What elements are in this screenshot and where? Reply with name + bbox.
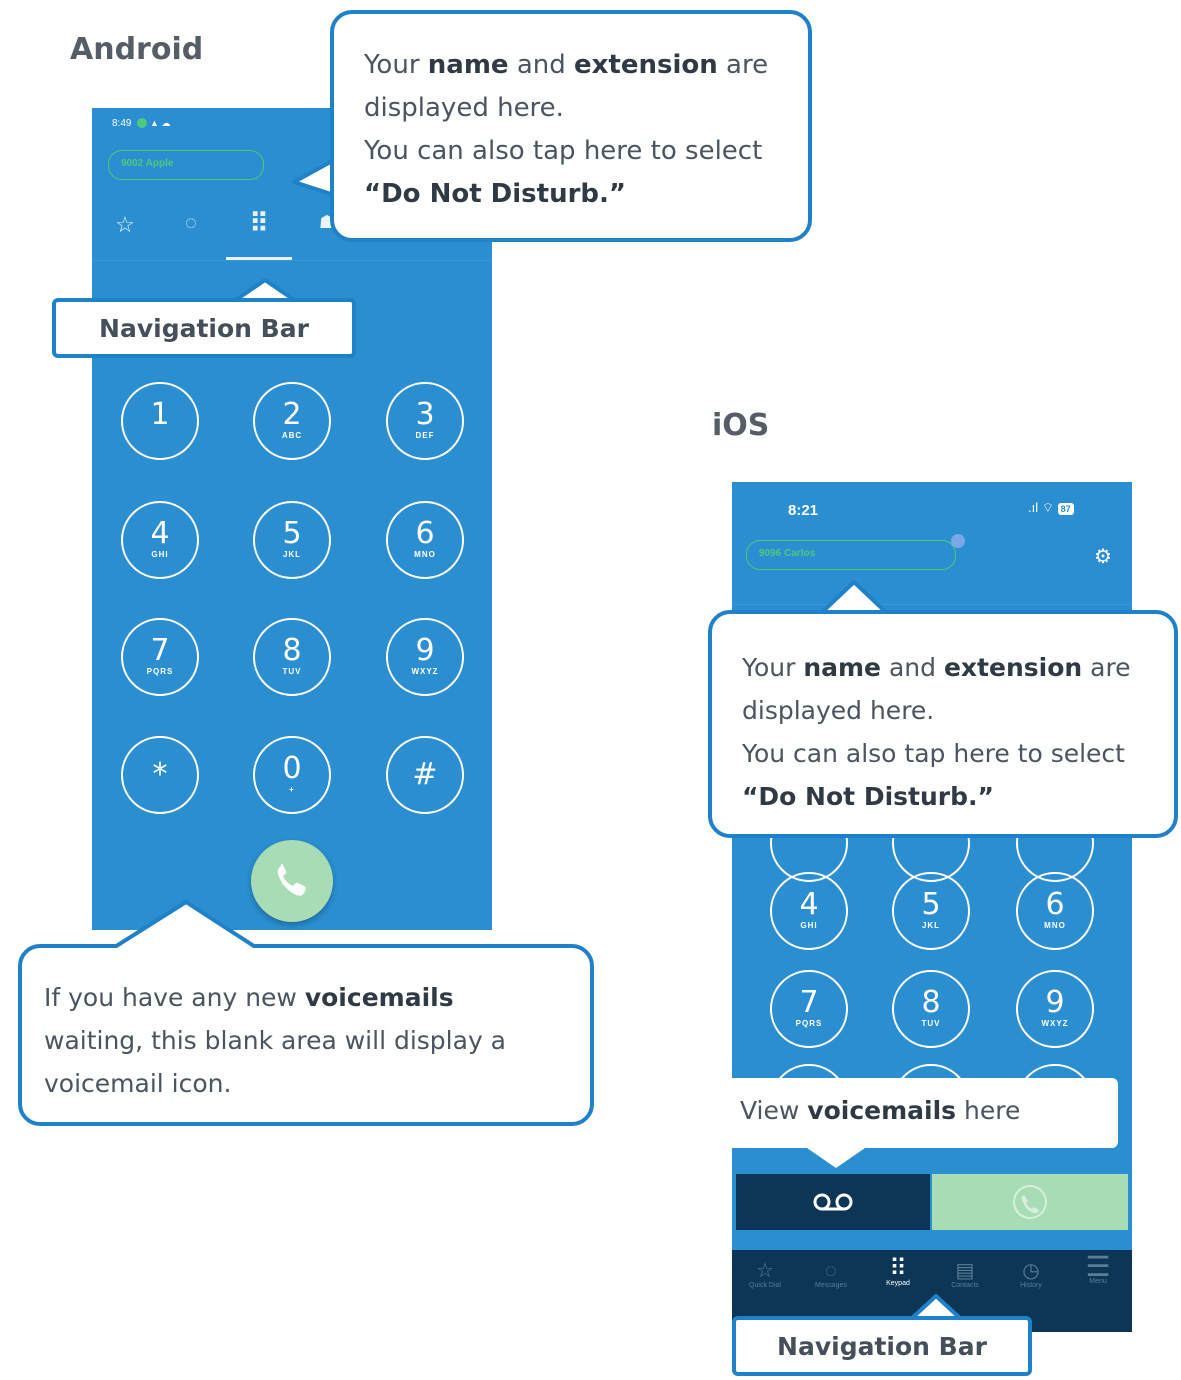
voicemail-button[interactable] [736, 1174, 930, 1230]
callout-line-4: “Do Not Disturb.” [742, 782, 994, 811]
key-0[interactable]: 0 + [253, 736, 331, 814]
user-status-pill[interactable]: 9002 Apple [108, 150, 264, 180]
tab-menu[interactable]: ☰ Menu [1065, 1251, 1131, 1286]
wifi-icon: ⌔ [1041, 500, 1054, 515]
android-voicemail-callout: If you have any new voicemails waiting, … [18, 944, 594, 1126]
key-4[interactable]: 4 GHI [770, 872, 848, 950]
ios-status-time: 8:21 [788, 502, 819, 519]
ios-pill-badge [951, 534, 965, 548]
status-icons: ▲ ☁ [150, 118, 171, 128]
key-3[interactable]: 3 DEF [386, 382, 464, 460]
star-icon[interactable]: ☆ [110, 212, 140, 238]
tab-history[interactable]: ◷ History [998, 1260, 1064, 1289]
phone-icon [1013, 1185, 1047, 1219]
key-5[interactable]: 5 JKL [892, 872, 970, 950]
ios-nav-label: Navigation Bar [732, 1316, 1032, 1376]
key-9[interactable]: 9 WXYZ [1016, 970, 1094, 1048]
android-voicemail-callout-pointer [108, 900, 268, 952]
android-name-callout: Your name and extension are displayed he… [330, 10, 812, 242]
key-7[interactable]: 7 PQRS [121, 618, 199, 696]
keypad-icon: ⠿ [889, 1255, 907, 1282]
key-4[interactable]: 4 GHI [121, 501, 199, 579]
callout-line-1: Your name and extension are [742, 653, 1131, 682]
callout-line-1: Your name and extension are [364, 50, 769, 80]
key-5[interactable]: 5 JKL [253, 501, 331, 579]
ios-call-button[interactable] [932, 1174, 1128, 1230]
callout-line-2: displayed here. [742, 696, 935, 725]
android-nav-label: Navigation Bar [52, 298, 356, 358]
chat-icon[interactable]: ◌ [176, 212, 206, 235]
gear-icon[interactable]: ⚙ [1094, 544, 1112, 569]
key-9[interactable]: 9 WXYZ [386, 618, 464, 696]
voicemail-icon [813, 1193, 853, 1211]
status-dot-icon [137, 118, 148, 129]
callout-line-3: voicemail icon. [44, 1069, 232, 1098]
ios-voicemail-callout: View voicemails here [720, 1078, 1118, 1148]
callout-line-2: waiting, this blank area will display a [44, 1026, 506, 1055]
clock-icon: ◷ [1022, 1260, 1040, 1282]
key-2[interactable]: 2 ABC [253, 382, 331, 460]
callout-line-2: displayed here. [364, 93, 564, 123]
callout-line-4: “Do Not Disturb.” [364, 179, 626, 209]
ios-name-callout: Your name and extension are displayed he… [708, 610, 1178, 838]
keypad-icon[interactable]: ⠿ [242, 208, 276, 239]
key-8[interactable]: 8 TUV [892, 970, 970, 1048]
key-hash[interactable]: # [386, 736, 464, 814]
nav-divider [92, 260, 492, 261]
tab-quick-dial[interactable]: ☆ Quick Dial [732, 1260, 798, 1289]
menu-icon: ☰ [1085, 1251, 1111, 1282]
star-icon: ☆ [756, 1260, 774, 1282]
ios-heading: iOS [712, 408, 770, 443]
ios-user-status-pill[interactable]: 9096 Carlos [746, 540, 956, 570]
tab-messages[interactable]: ◌ Messages [798, 1260, 864, 1289]
callout-line-3: You can also tap here to select [742, 739, 1125, 768]
android-heading: Android [70, 32, 204, 67]
status-time: 8:49 [112, 118, 132, 129]
android-status-bar: 8:49 ▲ ☁ [112, 118, 170, 136]
chat-icon: ◌ [825, 1260, 837, 1282]
callout-line-3: You can also tap here to select [364, 136, 763, 166]
key-star[interactable]: * [121, 736, 199, 814]
key-8[interactable]: 8 TUV [253, 618, 331, 696]
contacts-icon: ▤ [955, 1260, 975, 1282]
tab-contacts[interactable]: ▤ Contacts [932, 1260, 998, 1289]
key-6[interactable]: 6 MNO [386, 501, 464, 579]
key-1[interactable]: 1 [121, 382, 199, 460]
key-6[interactable]: 6 MNO [1016, 872, 1094, 950]
tab-keypad[interactable]: ⠿ Keypad [865, 1255, 931, 1288]
ios-voicemail-callout-pointer [804, 1146, 868, 1168]
ios-status-icons: .ıl ⌔ 87 [1028, 500, 1074, 516]
signal-icon: .ıl [1028, 500, 1039, 515]
battery-icon: 87 [1057, 503, 1074, 515]
key-7[interactable]: 7 PQRS [770, 970, 848, 1048]
callout-line-1: If you have any new voicemails [44, 983, 454, 1012]
ios-header-divider [732, 604, 1132, 605]
